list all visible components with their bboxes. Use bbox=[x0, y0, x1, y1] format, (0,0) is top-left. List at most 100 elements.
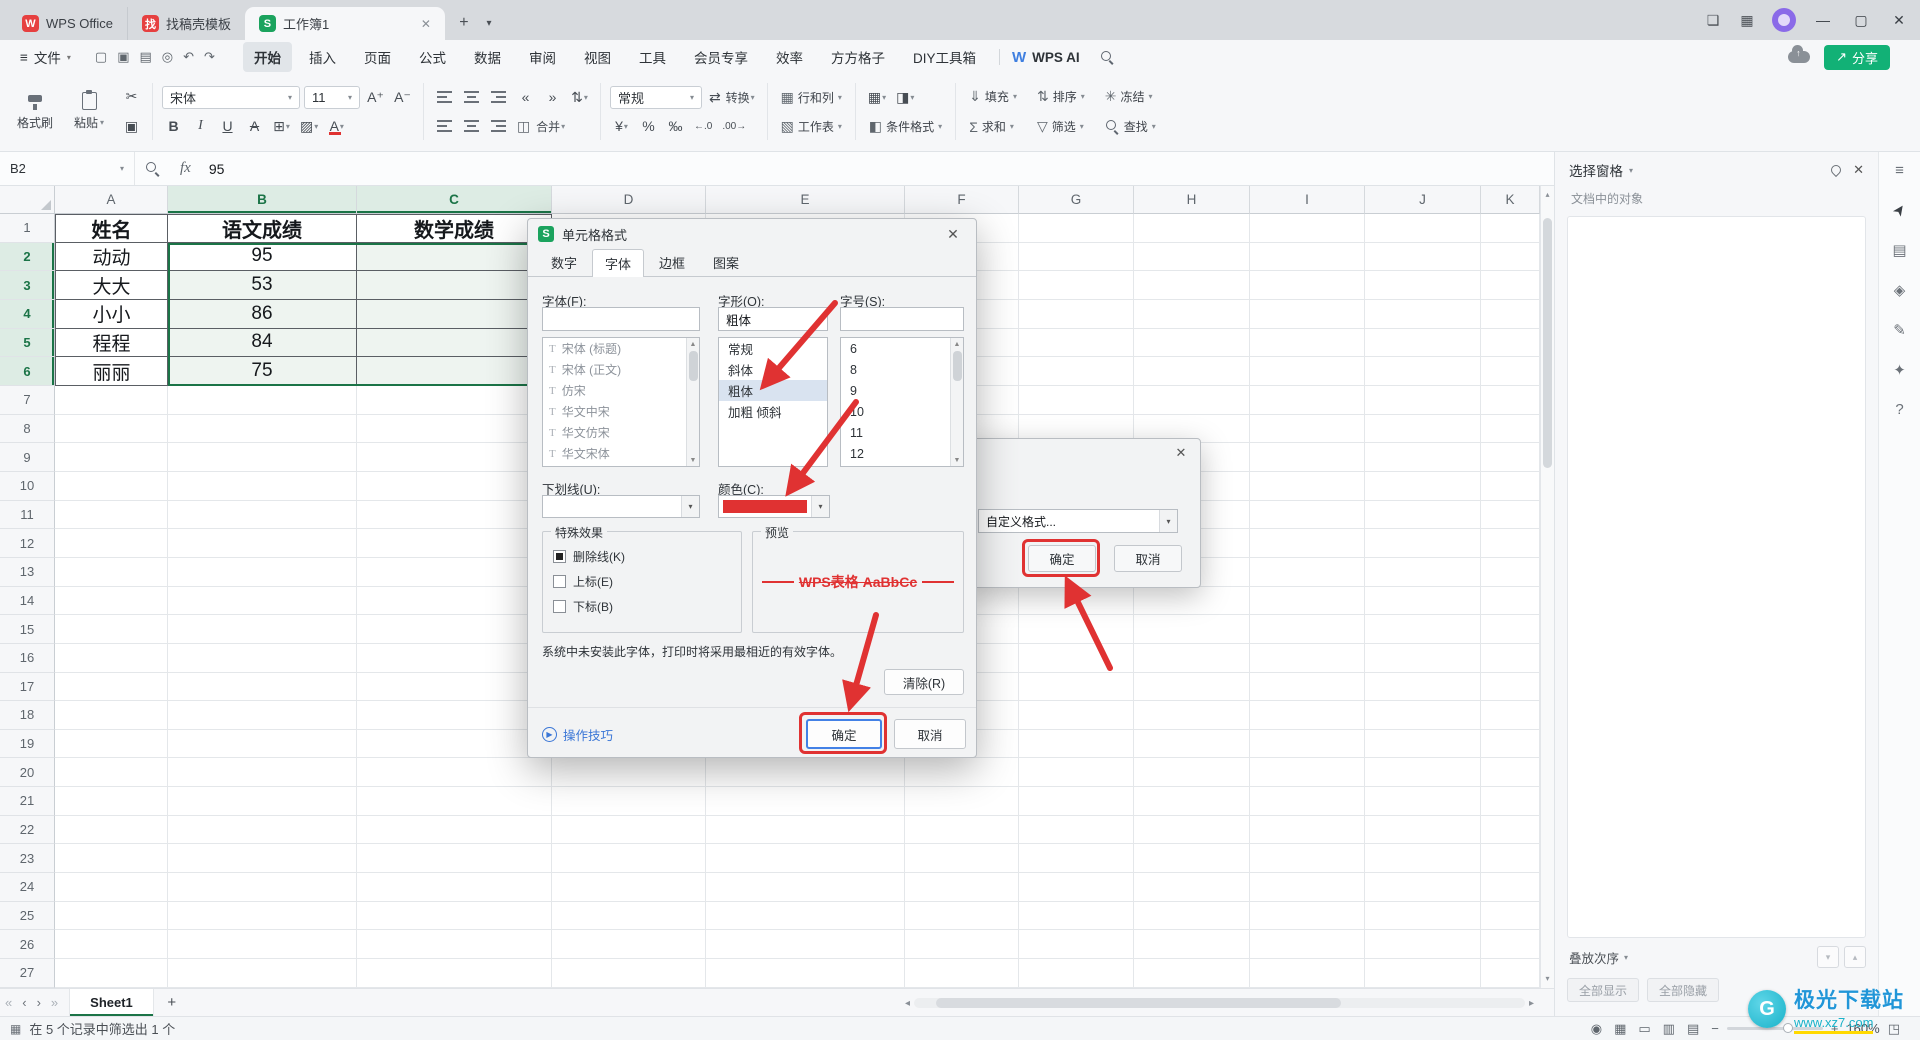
cell-J5[interactable] bbox=[1365, 328, 1481, 358]
cell-I3[interactable] bbox=[1250, 271, 1365, 300]
align-bottom-icon[interactable] bbox=[487, 86, 510, 108]
cell-A5[interactable]: 程程 bbox=[55, 328, 168, 358]
font-option[interactable]: T 宋体 (标题) bbox=[543, 338, 699, 359]
cell-J6[interactable] bbox=[1365, 357, 1481, 386]
menu-tab-DIY工具箱[interactable]: DIY工具箱 bbox=[902, 42, 987, 72]
cell-G6[interactable] bbox=[1019, 357, 1134, 386]
cell-A22[interactable] bbox=[55, 815, 168, 845]
cell-D22[interactable] bbox=[552, 815, 706, 845]
cell-C6[interactable] bbox=[357, 357, 552, 386]
cell-K1[interactable] bbox=[1481, 214, 1540, 243]
cell-D21[interactable] bbox=[552, 787, 706, 816]
cell-C4[interactable] bbox=[357, 299, 552, 329]
cell-H22[interactable] bbox=[1134, 815, 1250, 845]
font-option[interactable]: T 仿宋 bbox=[543, 380, 699, 401]
font-list[interactable]: ▲ ▼ T 宋体 (标题) T 宋体 (正文) T 仿宋 T 华文中宋 T 华文仿宋 T 华文宋体 bbox=[542, 337, 700, 467]
row-header-17[interactable]: 17 bbox=[0, 672, 55, 702]
cell-G15[interactable] bbox=[1019, 615, 1134, 644]
cell-B23[interactable] bbox=[168, 844, 357, 874]
cell-C27[interactable] bbox=[357, 959, 552, 988]
cell-A25[interactable] bbox=[55, 901, 168, 931]
menu-tab-会员专享[interactable]: 会员专享 bbox=[683, 42, 759, 72]
cell-F20[interactable] bbox=[905, 758, 1019, 788]
table-style-button[interactable]: ▦ ▾ bbox=[865, 86, 889, 108]
row-header-23[interactable]: 23 bbox=[0, 844, 55, 874]
cell-E22[interactable] bbox=[706, 815, 905, 845]
align-center-icon[interactable] bbox=[460, 115, 483, 137]
cell-K2[interactable] bbox=[1481, 242, 1540, 272]
cell-D20[interactable] bbox=[552, 758, 706, 788]
move-down-button[interactable]: ▾ bbox=[1817, 946, 1839, 968]
row-header-12[interactable]: 12 bbox=[0, 529, 55, 558]
column-header-I[interactable]: I bbox=[1250, 186, 1365, 214]
cell-I24[interactable] bbox=[1250, 873, 1365, 902]
cell-G27[interactable] bbox=[1019, 959, 1134, 988]
font-style-list[interactable]: 常规 斜体 粗体 加粗 倾斜 bbox=[718, 337, 828, 467]
cell-K15[interactable] bbox=[1481, 615, 1540, 644]
cell-K20[interactable] bbox=[1481, 758, 1540, 788]
effect-上标(E)[interactable]: 上标(E) bbox=[543, 569, 741, 594]
cell-K19[interactable] bbox=[1481, 729, 1540, 759]
print-preview-icon[interactable]: ◎ bbox=[162, 49, 173, 65]
menu-tab-审阅[interactable]: 审阅 bbox=[518, 42, 567, 72]
column-header-B[interactable]: B bbox=[168, 186, 357, 214]
star-tool-icon[interactable]: ✦ bbox=[1893, 361, 1906, 379]
cell-I15[interactable] bbox=[1250, 615, 1365, 644]
record-icon[interactable]: ◉ bbox=[1591, 1021, 1602, 1037]
cell-J26[interactable] bbox=[1365, 930, 1481, 960]
cell-C17[interactable] bbox=[357, 672, 552, 702]
cell-E20[interactable] bbox=[706, 758, 905, 788]
cell-G5[interactable] bbox=[1019, 328, 1134, 358]
scroll-left-icon[interactable]: ◂ bbox=[905, 998, 910, 1009]
cancel-button[interactable]: 取消 bbox=[894, 719, 966, 749]
cell-J9[interactable] bbox=[1365, 443, 1481, 472]
cut-button[interactable]: ✂ bbox=[120, 86, 143, 108]
cell-K25[interactable] bbox=[1481, 901, 1540, 931]
align-top-icon[interactable] bbox=[433, 86, 456, 108]
borders-button[interactable]: ⊞ ▾ bbox=[270, 115, 293, 137]
cell-A18[interactable] bbox=[55, 701, 168, 730]
bold-button[interactable]: B bbox=[162, 115, 185, 137]
size-option-10[interactable]: 10 bbox=[841, 401, 963, 422]
cell-H16[interactable] bbox=[1134, 643, 1250, 673]
size-option-11[interactable]: 11 bbox=[841, 422, 963, 443]
row-header-10[interactable]: 10 bbox=[0, 471, 55, 501]
row-header-13[interactable]: 13 bbox=[0, 557, 55, 587]
cell-A26[interactable] bbox=[55, 930, 168, 960]
fx-icon[interactable]: fx bbox=[180, 160, 191, 177]
cell-H14[interactable] bbox=[1134, 586, 1250, 616]
menu-tab-效率[interactable]: 效率 bbox=[765, 42, 814, 72]
increase-font-button[interactable]: A⁺ bbox=[364, 86, 387, 108]
menu-tab-公式[interactable]: 公式 bbox=[408, 42, 457, 72]
vertical-scrollbar[interactable]: ▴ ▾ bbox=[1540, 186, 1554, 988]
cell-J22[interactable] bbox=[1365, 815, 1481, 845]
search-icon[interactable] bbox=[1100, 50, 1115, 65]
select-cursor-icon[interactable]: ➤ bbox=[1889, 200, 1910, 220]
cell-C14[interactable] bbox=[357, 586, 552, 616]
cell-E21[interactable] bbox=[706, 787, 905, 816]
save-icon[interactable]: ▣ bbox=[117, 49, 129, 65]
cell-H23[interactable] bbox=[1134, 844, 1250, 874]
cell-B16[interactable] bbox=[168, 643, 357, 673]
row-header-11[interactable]: 11 bbox=[0, 500, 55, 530]
font-size-combo[interactable]: 11 ▾ bbox=[304, 85, 360, 109]
restore-layout-icon[interactable]: ❏ bbox=[1698, 5, 1728, 35]
underline-button[interactable]: U bbox=[216, 115, 239, 137]
font-option[interactable]: T 华文中宋 bbox=[543, 401, 699, 422]
cell-A12[interactable] bbox=[55, 529, 168, 558]
font-option[interactable]: T 宋体 (正文) bbox=[543, 359, 699, 380]
cell-G17[interactable] bbox=[1019, 672, 1134, 702]
cell-C15[interactable] bbox=[357, 615, 552, 644]
cell-K9[interactable] bbox=[1481, 443, 1540, 472]
cell-K16[interactable] bbox=[1481, 643, 1540, 673]
cell-J14[interactable] bbox=[1365, 586, 1481, 616]
cell-B2[interactable]: 95 bbox=[168, 242, 357, 272]
template-doc-tab[interactable]: 找 找稿壳模板 bbox=[126, 7, 245, 40]
cell-C26[interactable] bbox=[357, 930, 552, 960]
cell-A8[interactable] bbox=[55, 414, 168, 444]
style-option-常规[interactable]: 常规 bbox=[719, 338, 827, 359]
clear-button[interactable]: 清除(R) bbox=[884, 669, 964, 695]
cell-C9[interactable] bbox=[357, 443, 552, 472]
number-format-combo[interactable]: 常规 ▾ bbox=[610, 85, 702, 109]
cell-J20[interactable] bbox=[1365, 758, 1481, 788]
